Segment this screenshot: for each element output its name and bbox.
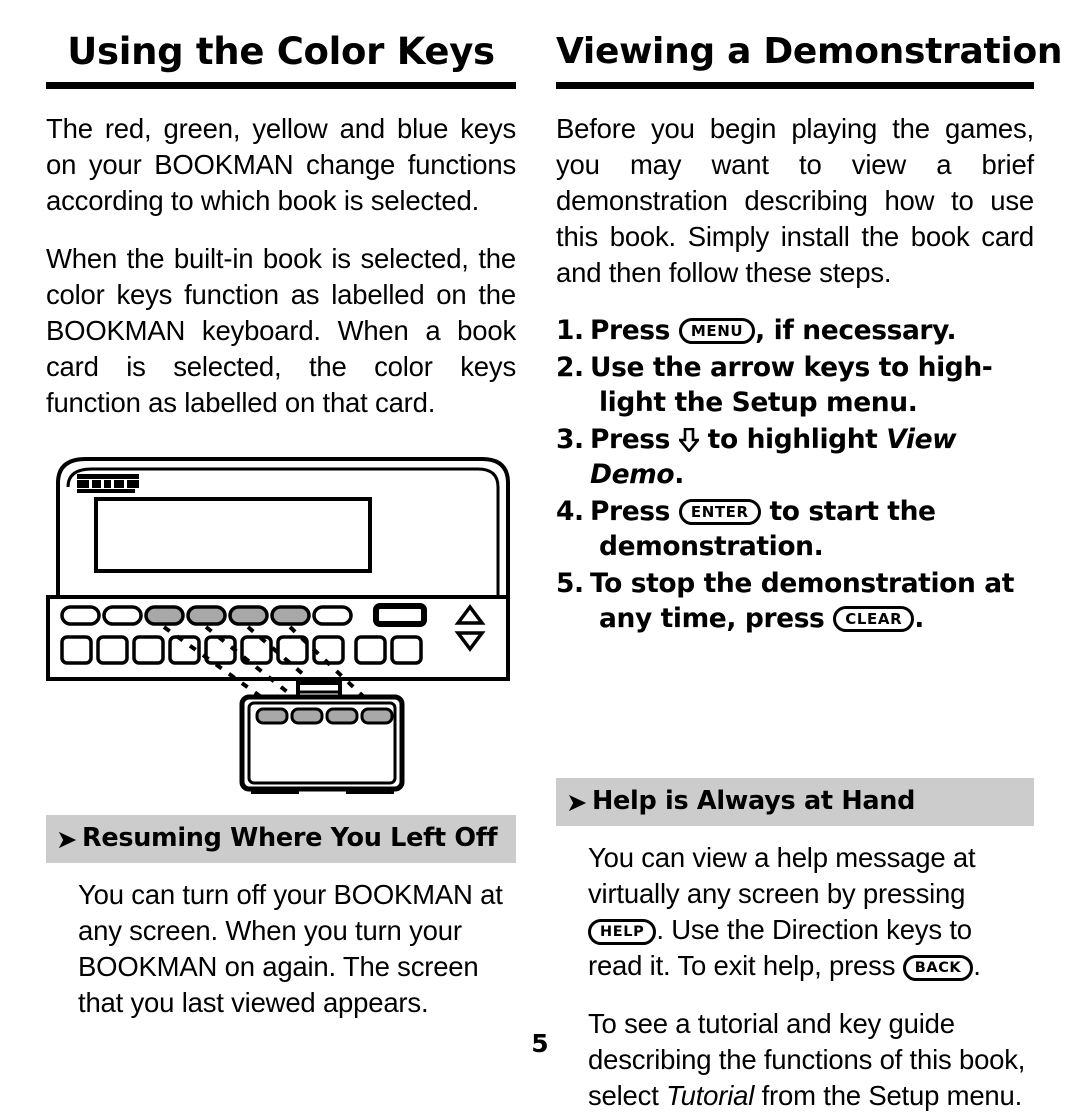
step-4: 4. Press ENTER to start the demonstration… xyxy=(556,494,1034,564)
step-3-text: Press to highlight View Demo. xyxy=(590,422,1034,492)
step-4-text: Press ENTER to start the demonstration. xyxy=(590,494,1034,564)
step-5-post: . xyxy=(914,603,924,634)
letter-key-row xyxy=(60,635,423,665)
title-rule-right xyxy=(556,82,1034,89)
help-line-4-pre: read it. To exit help, press xyxy=(588,950,896,981)
step-4-pre: Press xyxy=(590,496,671,527)
color-key-blue[interactable] xyxy=(270,605,311,626)
step-5-text: To stop the demonstration at any time, pr… xyxy=(590,566,1034,636)
device-svg xyxy=(46,457,510,794)
step-3-post: . xyxy=(674,459,684,490)
page-number: 5 xyxy=(531,1029,549,1058)
enter-key-glyph[interactable]: ENTER xyxy=(678,499,761,525)
step-3-pre: Press xyxy=(590,424,671,455)
page-title-right: Viewing a Demonstration xyxy=(556,31,1063,72)
subsection-title-help: Help is Always at Hand xyxy=(592,786,916,816)
arrow-down-icon xyxy=(677,426,701,454)
step-5-number: 5. xyxy=(556,568,584,599)
right-intro-paragraph: Before you begin playing the games, you … xyxy=(556,113,1034,288)
bookman-device-illustration xyxy=(46,447,524,797)
step-3-number: 3. xyxy=(556,424,584,455)
subsection-body-resuming: You can turn off your BOOKMAN at any scr… xyxy=(46,877,516,1021)
step-3: 3. Press to highlight View Demo. xyxy=(556,422,1034,492)
device-screen xyxy=(94,497,372,573)
help-line-4-post: . xyxy=(973,950,981,981)
step-2-line1: Use the arrow keys to high- xyxy=(590,352,993,383)
step-5-line1: To stop the demonstration at xyxy=(590,568,1014,599)
step-3-mid: to highlight xyxy=(707,424,878,455)
color-key-red[interactable] xyxy=(144,605,185,626)
step-2-text: Use the arrow keys to high-light the Set… xyxy=(590,350,1034,420)
color-key-yellow[interactable] xyxy=(228,605,269,626)
letter-key-10[interactable] xyxy=(390,635,423,665)
step-1: 1. Press MENU, if necessary. xyxy=(556,313,1034,348)
title-rule-left xyxy=(46,82,516,89)
letter-key-1[interactable] xyxy=(60,635,93,665)
help-line-3: . Use the Direction keys to xyxy=(656,914,972,945)
step-4-line2: demonstration. xyxy=(599,531,824,562)
manual-page: Using the Color Keys The red, green, yel… xyxy=(0,0,1080,1111)
franklin-logo xyxy=(77,474,139,493)
letter-key-8[interactable] xyxy=(312,635,345,665)
tutorial-line-3-post: from the Setup menu. xyxy=(761,1080,1023,1111)
help-line-2: virtually any screen by pressing xyxy=(588,878,966,909)
spacebar-key[interactable] xyxy=(373,603,427,627)
step-5: 5. To stop the demonstration at any time,… xyxy=(556,566,1034,636)
function-key-1[interactable] xyxy=(60,605,101,626)
subsection-body-help: You can view a help message at virtually … xyxy=(556,840,1034,1114)
color-key-green[interactable] xyxy=(186,605,227,626)
tutorial-menu-item: Tutorial xyxy=(666,1080,755,1111)
menu-key-glyph[interactable]: MENU xyxy=(678,318,756,344)
left-paragraph-2: When the built-in book is selected, the … xyxy=(46,243,516,418)
tutorial-paragraph: To see a tutorial and key guide describin… xyxy=(588,1006,1034,1114)
help-key-glyph[interactable]: HELP xyxy=(588,919,657,945)
book-card-foot-right xyxy=(346,787,394,794)
book-card-color-key-4[interactable] xyxy=(360,707,394,725)
help-line-1: You can view a help message at xyxy=(588,842,976,873)
step-2-number: 2. xyxy=(556,352,584,383)
page-title-left: Using the Color Keys xyxy=(67,30,495,73)
clear-key-glyph[interactable]: CLEAR xyxy=(833,606,915,632)
book-card-foot-left xyxy=(251,787,299,794)
arrow-bullet-icon-help: ➤ xyxy=(566,788,588,818)
step-2-line2: light the Setup menu. xyxy=(599,387,918,418)
step-1-pre: Press xyxy=(590,315,671,346)
tutorial-line-3-pre: select xyxy=(588,1080,659,1111)
back-key-glyph[interactable]: BACK xyxy=(902,955,974,981)
step-2: 2. Use the arrow keys to high-light the … xyxy=(556,350,1034,420)
resuming-paragraph: You can turn off your BOOKMAN at any scr… xyxy=(78,879,503,1018)
letter-key-9[interactable] xyxy=(354,635,387,665)
book-card-color-key-3[interactable] xyxy=(325,707,359,725)
function-key-2[interactable] xyxy=(102,605,143,626)
letter-key-3[interactable] xyxy=(132,635,165,665)
step-5-pre2: any time, press xyxy=(599,603,825,634)
book-card-color-key-2[interactable] xyxy=(290,707,324,725)
demo-steps-list: 1. Press MENU, if necessary. 2. Use the … xyxy=(556,313,1034,636)
step-4-number: 4. xyxy=(556,496,584,527)
right-column: Viewing a Demonstration Before you begin… xyxy=(556,30,1063,1111)
subsection-title-resuming: Resuming Where You Left Off xyxy=(82,823,498,853)
subsection-header-resuming: ➤ Resuming Where You Left Off xyxy=(46,815,516,863)
arrow-bullet-icon: ➤ xyxy=(56,825,78,855)
book-card-color-key-1[interactable] xyxy=(255,707,289,725)
step-1-text: Press MENU, if necessary. xyxy=(590,313,1034,348)
left-column: Using the Color Keys The red, green, yel… xyxy=(46,30,524,1018)
letter-key-2[interactable] xyxy=(96,635,129,665)
two-column-layout: Using the Color Keys The red, green, yel… xyxy=(0,0,1080,1111)
step-1-number: 1. xyxy=(556,315,584,346)
left-paragraph-1: The red, green, yellow and blue keys on … xyxy=(46,113,516,216)
book-card xyxy=(239,681,405,794)
function-key-7[interactable] xyxy=(312,605,353,626)
step-1-post: , if necessary. xyxy=(755,315,957,346)
help-paragraph: You can view a help message at virtually … xyxy=(588,840,1034,984)
step-4-post: to start the xyxy=(769,496,936,527)
subsection-header-help: ➤ Help is Always at Hand xyxy=(556,778,1034,826)
